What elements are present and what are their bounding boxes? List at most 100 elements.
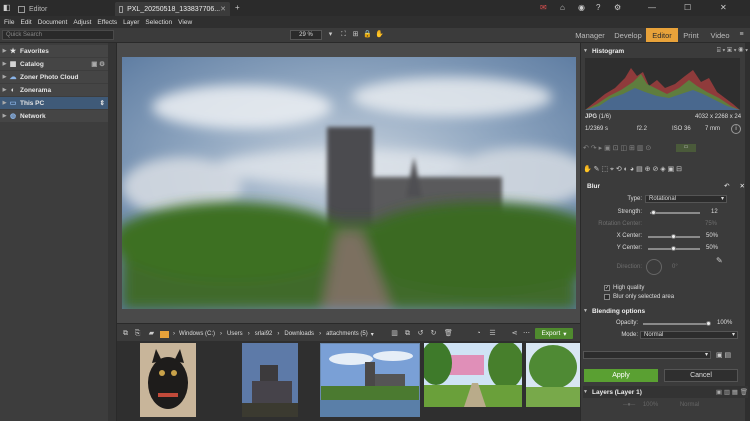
breadcrumb-item[interactable]: srlai92 [255, 331, 273, 337]
tab-manager[interactable]: Manager [570, 28, 610, 42]
breadcrumb-dropdown-icon[interactable]: ▾ [371, 331, 374, 338]
rotate-right-icon[interactable]: ↻ [429, 329, 438, 338]
histogram-header[interactable]: ▼ Histogram ⌸ ▾ ▣ ▾ ◉ ▾ [583, 45, 748, 57]
minimize-icon[interactable]: — [648, 3, 656, 12]
view-toggle-button[interactable]: ▭ [676, 144, 696, 152]
tab-video[interactable]: Video [706, 28, 734, 42]
blur-only-selected-checkbox[interactable] [604, 294, 610, 300]
nav-item-zoner-photo-cloud[interactable]: ▶ ☁ Zoner Photo Cloud [0, 71, 108, 83]
breadcrumb-item[interactable]: Users [227, 331, 243, 337]
edited-photo[interactable] [122, 57, 576, 309]
strength-slider-knob[interactable] [651, 210, 656, 215]
options-icon[interactable]: ⋯ [522, 329, 531, 338]
cancel-button[interactable]: Cancel [664, 369, 738, 382]
tab-print[interactable]: Print [680, 28, 702, 42]
sort-dropdown-icon[interactable]: ☰ [488, 329, 497, 338]
blend-mode-dropdown[interactable]: Normal ▾ [640, 331, 738, 339]
menu-file[interactable]: File [4, 19, 14, 26]
expand-icon[interactable]: ▶ [0, 61, 9, 67]
more-menu-icon[interactable]: ≡ [737, 30, 746, 39]
collapse-icon[interactable]: ▼ [583, 308, 592, 314]
menu-edit[interactable]: Edit [20, 19, 31, 26]
layers-controls[interactable]: ─●─ 100% Normal [583, 402, 740, 412]
lock-icon[interactable]: 🔒 [363, 30, 372, 39]
tab-editor-mode[interactable]: Editor [646, 28, 678, 42]
share-icon[interactable]: ⋖ [510, 329, 519, 338]
catalog-settings-icon[interactable]: ▣ ⚙ [91, 60, 105, 68]
direction-dial[interactable] [646, 259, 662, 275]
thumbnail-selected[interactable] [320, 343, 420, 407]
close-window-icon[interactable]: ✕ [720, 3, 727, 12]
eyedropper-icon[interactable]: ✎ [716, 256, 723, 265]
export-button[interactable]: Export ▾ [535, 328, 573, 339]
navigator-scrollbar[interactable] [108, 43, 116, 421]
breadcrumb-item[interactable]: Downloads [284, 331, 314, 337]
nav-item-zonerama[interactable]: ▶ ◐ Zonerama [0, 84, 108, 96]
blur-type-dropdown[interactable]: Rotational ▾ [645, 195, 727, 203]
close-tab-icon[interactable]: ✕ [220, 5, 226, 13]
zoom-dropdown-icon[interactable]: ▾ [326, 30, 335, 39]
fit-screen-icon[interactable]: ⛶ [339, 30, 348, 39]
settings-icon[interactable]: ⚙ [614, 3, 621, 12]
tab-develop[interactable]: Develop [612, 28, 644, 42]
zoom-field[interactable]: 29 % [290, 30, 322, 40]
y-center-slider-knob[interactable] [671, 246, 676, 251]
info-button[interactable]: i [731, 124, 741, 134]
nav-item-favorites[interactable]: ▶ ★ Favorites [0, 45, 108, 57]
help-icon[interactable]: ? [596, 3, 600, 12]
nav-item-catalog[interactable]: ▶ ▦ Catalog ▣ ⚙ [0, 58, 108, 70]
histogram-options-icons[interactable]: ⌸ ▾ ▣ ▾ ◉ ▾ [717, 47, 748, 55]
opacity-slider-track[interactable] [643, 323, 709, 325]
copy-icon[interactable]: ⎘ [133, 329, 142, 338]
thumbnail-church-night[interactable] [242, 343, 298, 417]
blending-options-header[interactable]: ▼ Blending options [583, 305, 748, 317]
compare-icon[interactable]: ⧉ [403, 329, 412, 338]
breadcrumb-item[interactable]: attachments (5) [326, 331, 368, 337]
rotate-left-icon[interactable]: ↺ [416, 329, 425, 338]
delete-icon[interactable]: 🗑 [444, 329, 453, 338]
high-quality-checkbox[interactable]: ✓ [604, 285, 610, 291]
hand-icon[interactable]: ✋ [375, 30, 384, 39]
preset-save-icons[interactable]: ▣ ▤ [716, 351, 731, 359]
tab-photo[interactable]: PXL_20250518_133837706... ✕ [115, 2, 230, 16]
collapse-icon[interactable]: ▼ [583, 389, 592, 395]
expand-icon[interactable]: ▶ [0, 74, 9, 80]
thumbnail-garden[interactable] [424, 343, 522, 407]
collapse-icon[interactable]: ▼ [583, 48, 592, 54]
expand-icon[interactable]: ▶ [0, 100, 9, 106]
account-icon[interactable]: ◉ [578, 3, 585, 12]
thumbnail-cat[interactable] [140, 343, 196, 417]
x-center-slider-knob[interactable] [671, 234, 676, 239]
presets-dropdown[interactable]: ▾ [583, 351, 711, 359]
cart-icon[interactable]: ⌂ [560, 3, 565, 12]
notifications-icon[interactable]: ✉ [540, 3, 547, 12]
apply-button[interactable]: Apply [584, 369, 658, 382]
tab-editor[interactable]: Editor [14, 2, 114, 16]
expand-icon[interactable]: ▶ [0, 113, 9, 119]
folder-icon[interactable]: ▰ [147, 329, 156, 338]
nav-item-this-pc[interactable]: ▶ ▭ This PC ⇕ [0, 97, 108, 109]
expand-icon[interactable]: ▶ [0, 87, 9, 93]
back-icon[interactable]: ◧ [3, 3, 11, 12]
actual-size-icon[interactable]: ⊞ [351, 30, 360, 39]
menu-layer[interactable]: Layer [123, 19, 139, 26]
new-tab-button[interactable]: + [235, 3, 240, 12]
menu-selection[interactable]: Selection [145, 19, 172, 26]
sort-icon[interactable]: ⇕ [100, 99, 105, 107]
menu-effects[interactable]: Effects [97, 19, 117, 26]
menu-view[interactable]: View [178, 19, 192, 26]
quick-search-input[interactable]: Quick Search [2, 30, 114, 40]
layers-header[interactable]: ▼ Layers (Layer 1) ▣ ▥ ▦ 🗑 [583, 386, 748, 398]
close-tool-icon[interactable]: ✕ [740, 182, 745, 190]
layer-opacity-slider-icon[interactable]: ─●─ [623, 402, 635, 408]
menu-adjust[interactable]: Adjust [73, 19, 91, 26]
reset-icon[interactable]: ↶ [724, 182, 729, 190]
view-mode-icon[interactable]: ◔ [474, 329, 483, 338]
layers-tool-icons[interactable]: ▣ ▥ ▦ 🗑 [716, 388, 748, 396]
strength-slider-track[interactable] [650, 212, 700, 214]
grid-view-icon[interactable]: ▥ [390, 329, 399, 338]
breadcrumb-item[interactable]: Windows (C:) [179, 331, 215, 337]
import-icon[interactable]: ⧉ [121, 329, 130, 338]
tool-strip[interactable]: ✋ ✎ ⬚ ⌖ ⟲ ◐ ◕ ▤ ⊕ ⊘ ◈ ▣ ⊟ [583, 165, 740, 176]
opacity-slider-knob[interactable] [706, 321, 711, 326]
